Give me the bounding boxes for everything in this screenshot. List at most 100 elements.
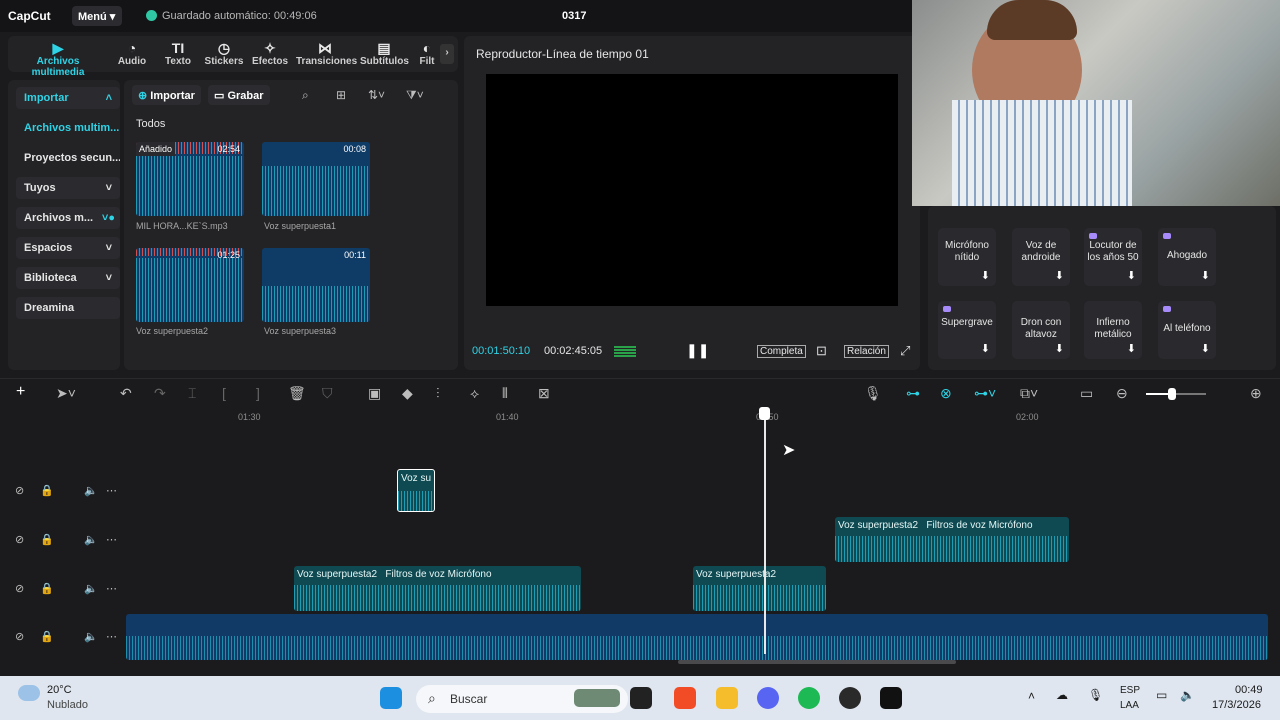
sidebar-item-media-files[interactable]: Archivos multim... [16,117,120,139]
voice-effect-card[interactable]: Micrófono nítido ⬇ [938,228,996,286]
sort-icon[interactable]: ⇅˅ [368,88,385,102]
more-icon[interactable]: ⋯ [106,582,117,595]
voice-effect-card[interactable]: Supergrave ⬇ [938,301,996,359]
hide-track-icon[interactable]: ⊘ [15,484,24,497]
brave-icon[interactable] [674,687,696,709]
playhead[interactable] [764,410,766,654]
time-ruler[interactable]: 01:30 01:40 01:50 02:00 [126,408,1276,424]
playhead-handle[interactable] [759,407,770,420]
captions-icon[interactable]: ▣ [368,385,381,402]
import-button[interactable]: ⊕ Importar [132,85,201,105]
complete-button[interactable]: Completa [757,345,806,358]
sidebar-item-spaces[interactable]: Espacios ˅ [16,237,120,259]
task-view-icon[interactable] [630,687,652,709]
volume-icon[interactable]: 🔈 [1180,688,1195,702]
add-track-icon[interactable]: + [16,383,25,401]
split-icon[interactable]: ⌶ [188,385,196,402]
voice-effect-card[interactable]: Ahogado ⬇ [1158,228,1216,286]
fullscreen-icon[interactable]: ⤢ [900,343,910,359]
hide-track-icon[interactable]: ⊘ [15,582,24,595]
magnet-icon[interactable]: ⊗ [940,385,952,402]
main-audio-track[interactable] [126,614,1268,660]
lock-icon[interactable]: 🔒 [40,630,54,643]
app-icon[interactable] [839,687,861,709]
discord-icon[interactable] [757,687,779,709]
filter-sort-icon[interactable]: ⧩˅ [406,88,424,103]
thumbnail-toggle-icon[interactable]: ▭ [1080,385,1093,402]
audio-clip[interactable]: Voz superpuesta2 [693,566,826,611]
network-icon[interactable]: ▭ [1156,688,1167,702]
language-code[interactable]: ESP [1120,685,1140,696]
zoom-in-icon[interactable]: ⊕ [1250,385,1262,402]
search-icon[interactable]: ⌕ [302,88,309,103]
voice-effect-card[interactable]: Infierno metálico ⬇ [1084,301,1142,359]
chevron-up-icon[interactable]: ˄ [1028,689,1035,703]
zoom-fit-icon[interactable]: ⊡ [816,343,827,359]
menu-button[interactable]: Menú ▾ [72,6,122,26]
clock-date[interactable]: 17/3/2026 [1212,699,1261,711]
shield-icon[interactable]: ⛉ [322,385,333,402]
lock-icon[interactable]: 🔒 [40,582,54,595]
preview-screen[interactable] [486,74,898,306]
redo-icon[interactable]: ↷ [154,385,166,402]
preview-axis-icon[interactable]: ⧉˅ [1020,385,1038,402]
speaker-icon[interactable]: 🔈 [84,582,98,595]
clock-time[interactable]: 00:49 [1235,684,1263,696]
more-icon[interactable]: ⋯ [106,533,117,546]
cloud-icon[interactable]: ☁ [1056,688,1068,702]
speaker-icon[interactable]: 🔈 [84,533,98,546]
zoom-slider[interactable] [1146,388,1206,400]
capcut-taskbar-icon[interactable] [880,687,902,709]
start-icon[interactable] [380,687,402,709]
audio-clip[interactable]: Voz superpuesta2 Filtros de voz Micrófon… [835,517,1069,562]
media-item[interactable]: 00:11 [262,248,370,322]
file-explorer-icon[interactable] [716,687,738,709]
speaker-icon[interactable]: 🔈 [84,630,98,643]
delete-icon[interactable]: 🗑 [288,385,306,402]
sidebar-item-secondary-projects[interactable]: Proyectos secun... [16,147,120,169]
tab-effects[interactable]: ✧ Efectos [250,40,290,67]
tab-media[interactable]: ▶ Archivos multimedia [12,40,104,78]
timeline-scrollbar[interactable] [678,660,956,664]
media-item[interactable]: 01:25 [136,248,244,322]
keyboard-layout[interactable]: LAA [1120,700,1139,711]
tab-text[interactable]: TI Texto [160,40,196,67]
ratio-button[interactable]: Relación [844,345,889,358]
spotify-icon[interactable] [798,687,820,709]
voice-effect-card[interactable]: Voz de androide ⬇ [1012,228,1070,286]
linkage-icon[interactable]: ⊶˅ [974,385,996,402]
hide-track-icon[interactable]: ⊘ [15,533,24,546]
split-right-icon[interactable]: ] [256,385,260,401]
magic-icon[interactable]: ⟡ [470,385,479,402]
media-item[interactable]: 00:08 [262,142,370,216]
audio-clip[interactable]: Voz superpuesta2 Filtros de voz Micrófon… [294,566,581,611]
sidebar-item-yours[interactable]: Tuyos ˅ [16,177,120,199]
speaker-icon[interactable]: 🔈 [84,484,98,497]
voice-effect-card[interactable]: Al teléfono ⬇ [1158,301,1216,359]
split-left-icon[interactable]: [ [222,385,226,401]
voice-effect-card[interactable]: Dron con altavoz ⬇ [1012,301,1070,359]
sidebar-item-library[interactable]: Biblioteca ˅ [16,267,120,289]
mask-icon[interactable]: ◆ [402,385,413,402]
lock-icon[interactable]: 🔒 [40,484,54,497]
undo-icon[interactable]: ↶ [120,385,132,402]
voice-effect-card[interactable]: Locutor de los años 50 ⬇ [1084,228,1142,286]
microphone-icon[interactable]: 🎙 [864,385,882,402]
more-icon[interactable]: ⋯ [106,630,117,643]
audio-split-icon[interactable]: ⫴ [502,385,508,402]
media-item[interactable]: Añadido 02:54 [136,142,244,216]
audio-clip[interactable]: Voz su [397,469,435,512]
record-button[interactable]: ▭ Grabar [208,85,270,105]
grid-view-icon[interactable]: ⊞ [336,88,346,102]
tabs-scroll-right[interactable]: › [440,44,454,64]
microphone-icon[interactable]: 🎙 [1088,688,1103,702]
lock-icon[interactable]: 🔒 [40,533,54,546]
tab-filters[interactable]: ◐ Filt [416,40,438,67]
zoom-out-icon[interactable]: ⊖ [1116,385,1128,402]
pause-icon[interactable]: ❚❚ [686,342,709,359]
tab-stickers[interactable]: ◷ Stickers [202,40,246,67]
sidebar-item-files[interactable]: Archivos m... ˅● [16,207,120,229]
sidebar-item-import[interactable]: Importar ˄ [16,87,120,109]
link-main-track-icon[interactable]: ⊶ [906,385,920,402]
more-icon[interactable]: ⋯ [106,484,117,497]
